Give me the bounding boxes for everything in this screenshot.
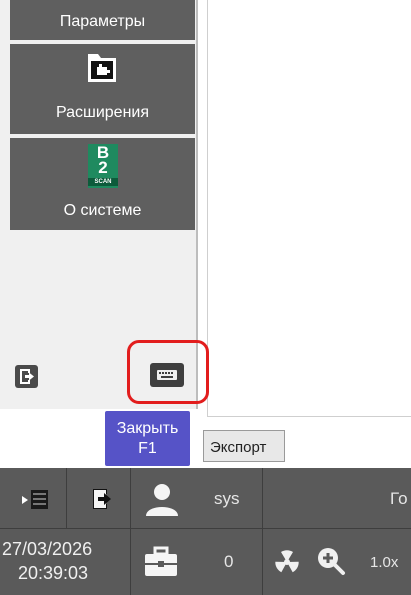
content-area (208, 0, 411, 417)
export-label: Экспорт (210, 439, 267, 456)
zoom-in-icon[interactable] (316, 546, 346, 576)
logo-scan: SCAN (88, 178, 118, 186)
parameters-label: Параметры (59, 13, 146, 30)
exit-icon (20, 369, 34, 384)
status-time: 20:39:03 (18, 563, 89, 583)
radiation-icon (275, 550, 299, 573)
zoom-level: 1.0x (370, 554, 399, 571)
status-title-fragment: Го (390, 489, 408, 508)
extensions-label: Расширения (55, 104, 150, 121)
exit-button[interactable] (15, 365, 38, 388)
content-border-bottom (207, 416, 411, 417)
exit-icon[interactable] (90, 486, 116, 512)
status-count: 0 (224, 552, 234, 571)
status-divider-v3 (66, 468, 67, 528)
parameters-button[interactable]: Параметры (10, 0, 195, 40)
b2scan-logo: B 2 SCAN (88, 144, 118, 188)
briefcase-icon (145, 546, 177, 576)
status-divider-h (0, 528, 411, 529)
about-label: О системе (63, 202, 142, 219)
close-button[interactable]: Закрыть F1 (105, 411, 190, 466)
close-label: Закрыть (116, 420, 179, 437)
status-bar: sys Го 27/03/2026 20:39:03 0 1.0x (0, 468, 411, 595)
extensions-button[interactable]: Расширения (10, 44, 195, 134)
panel-icon[interactable] (20, 488, 50, 512)
logo-2: 2 (98, 158, 108, 177)
status-divider-v1 (130, 468, 131, 595)
about-button[interactable]: B 2 SCAN О системе (10, 138, 195, 230)
user-icon (146, 484, 178, 516)
status-date: 27/03/2026 (2, 539, 93, 559)
status-divider-v2 (262, 468, 263, 595)
folder-icon (88, 54, 116, 82)
close-shortcut: F1 (138, 440, 157, 457)
export-tab[interactable]: Экспорт (203, 430, 285, 462)
user-name: sys (214, 489, 240, 508)
highlight-box (127, 340, 209, 404)
